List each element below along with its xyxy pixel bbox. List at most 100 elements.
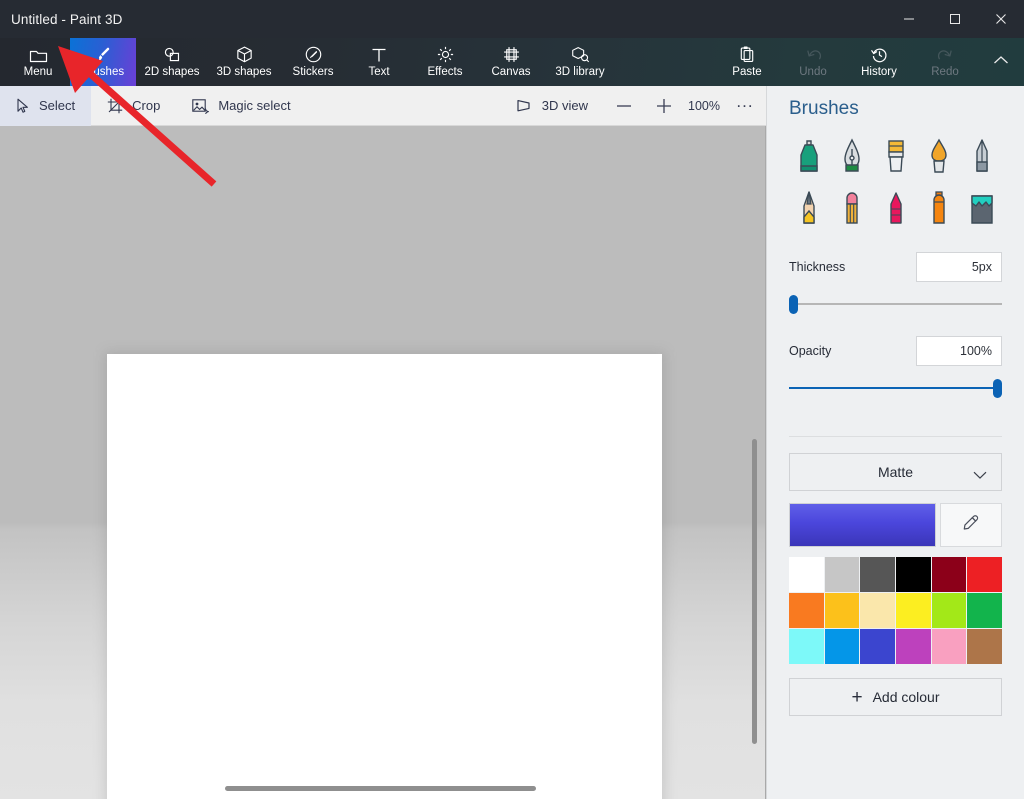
eyedropper-button[interactable]: [940, 503, 1002, 547]
ribbon-spacer: [616, 38, 714, 86]
brush-marker[interactable]: [789, 134, 829, 182]
tab-text[interactable]: Text: [346, 38, 412, 86]
menu-button[interactable]: Menu: [6, 38, 70, 86]
marker-icon: [796, 138, 822, 178]
brush-eraser[interactable]: [832, 186, 872, 234]
minimize-button[interactable]: [886, 0, 932, 38]
zoom-level-label: 100%: [688, 98, 720, 113]
material-dropdown[interactable]: Matte: [789, 453, 1002, 491]
watercolour-icon: [926, 138, 952, 178]
colour-palette: [789, 557, 1002, 664]
maximize-button[interactable]: [932, 0, 978, 38]
brush-row-1: [789, 134, 1002, 182]
cursor-icon: [16, 98, 30, 114]
undo-icon: [804, 45, 823, 64]
brush-oil-brush[interactable]: [876, 134, 916, 182]
title-bar: Untitled - Paint 3D: [0, 0, 1024, 38]
horizontal-scrollbar-thumb[interactable]: [225, 786, 536, 791]
brush-icon: [94, 45, 113, 64]
select-tool-button[interactable]: Select: [0, 85, 92, 126]
colour-swatch[interactable]: [967, 629, 1002, 664]
add-colour-button[interactable]: + Add colour: [789, 678, 1002, 716]
colour-swatch[interactable]: [931, 629, 967, 664]
tab-brushes[interactable]: Brushes: [70, 38, 136, 86]
opacity-slider-fill: [789, 387, 1002, 389]
more-options-button[interactable]: ...: [724, 86, 766, 126]
colour-swatch[interactable]: [824, 557, 860, 592]
collapse-ribbon-button[interactable]: [978, 38, 1024, 86]
zoom-out-button[interactable]: [604, 86, 644, 126]
colour-swatch[interactable]: [931, 557, 967, 592]
spray-can-icon: [926, 190, 952, 230]
tab-canvas[interactable]: Canvas: [478, 38, 544, 86]
brush-crayon[interactable]: [876, 186, 916, 234]
brushes-panel: Brushes Thickness 5px Opacity 100% Matte…: [766, 86, 1024, 799]
shapes-2d-icon: [162, 45, 182, 64]
tab-stickers-label: Stickers: [292, 66, 334, 78]
window-controls: [886, 0, 1024, 38]
colour-swatch[interactable]: [967, 557, 1002, 592]
canvas-stage[interactable]: [0, 126, 766, 799]
select-tool-label: Select: [39, 98, 76, 113]
colour-row: [789, 503, 1002, 547]
vertical-scrollbar-thumb[interactable]: [752, 439, 757, 744]
colour-swatch[interactable]: [931, 593, 967, 628]
colour-swatch[interactable]: [824, 593, 860, 628]
tab-stickers[interactable]: Stickers: [280, 38, 346, 86]
current-colour-swatch[interactable]: [789, 503, 936, 547]
pixel-pen-icon: [969, 138, 995, 178]
tab-2d-shapes-label: 2D shapes: [144, 66, 200, 78]
close-button[interactable]: [978, 0, 1024, 38]
brush-pencil[interactable]: [789, 186, 829, 234]
colour-swatch[interactable]: [860, 629, 895, 664]
thickness-slider-thumb[interactable]: [789, 295, 799, 314]
drawing-canvas[interactable]: [107, 354, 662, 799]
opacity-slider-thumb[interactable]: [993, 379, 1002, 398]
colour-swatch[interactable]: [789, 629, 824, 664]
redo-label: Redo: [931, 66, 959, 78]
opacity-input[interactable]: 100%: [916, 336, 1002, 366]
view-3d-button[interactable]: 3D view: [500, 86, 604, 126]
colour-swatch[interactable]: [967, 593, 1002, 628]
brush-spray-can[interactable]: [919, 186, 959, 234]
colour-swatch[interactable]: [896, 629, 931, 664]
view-3d-icon: [516, 98, 533, 113]
history-icon: [870, 45, 889, 64]
horizontal-scrollbar[interactable]: [0, 785, 760, 799]
zoom-in-button[interactable]: [644, 86, 684, 126]
eyedropper-icon: [961, 513, 981, 538]
library-3d-icon: [570, 45, 590, 64]
colour-swatch[interactable]: [860, 557, 895, 592]
tab-2d-shapes[interactable]: 2D shapes: [136, 38, 208, 86]
colour-swatch[interactable]: [789, 557, 824, 592]
tab-canvas-label: Canvas: [491, 66, 531, 78]
magic-select-icon: [192, 98, 210, 114]
colour-swatch[interactable]: [896, 593, 931, 628]
vertical-scrollbar[interactable]: [751, 126, 762, 771]
paste-button[interactable]: Paste: [714, 38, 780, 86]
opacity-slider[interactable]: [789, 376, 1002, 402]
brush-watercolour[interactable]: [919, 134, 959, 182]
history-button[interactable]: History: [846, 38, 912, 86]
thickness-label: Thickness: [789, 260, 846, 274]
crop-tool-button[interactable]: Crop: [91, 86, 176, 126]
tab-effects[interactable]: Effects: [412, 38, 478, 86]
paste-icon: [738, 45, 756, 64]
history-label: History: [861, 66, 897, 78]
magic-select-button[interactable]: Magic select: [176, 86, 306, 126]
thickness-slider-track: [789, 303, 1002, 305]
colour-swatch[interactable]: [860, 593, 895, 628]
tab-3d-library[interactable]: 3D library: [544, 38, 616, 86]
tab-3d-shapes[interactable]: 3D shapes: [208, 38, 280, 86]
crop-icon: [107, 98, 123, 114]
brush-fill[interactable]: [962, 186, 1002, 234]
crayon-icon: [883, 190, 909, 230]
brush-pixel-pen[interactable]: [962, 134, 1002, 182]
thickness-slider[interactable]: [789, 292, 1002, 318]
brush-calligraphy-pen[interactable]: [832, 134, 872, 182]
colour-swatch[interactable]: [896, 557, 931, 592]
redo-button: Redo: [912, 38, 978, 86]
colour-swatch[interactable]: [789, 593, 824, 628]
thickness-input[interactable]: 5px: [916, 252, 1002, 282]
colour-swatch[interactable]: [824, 629, 860, 664]
